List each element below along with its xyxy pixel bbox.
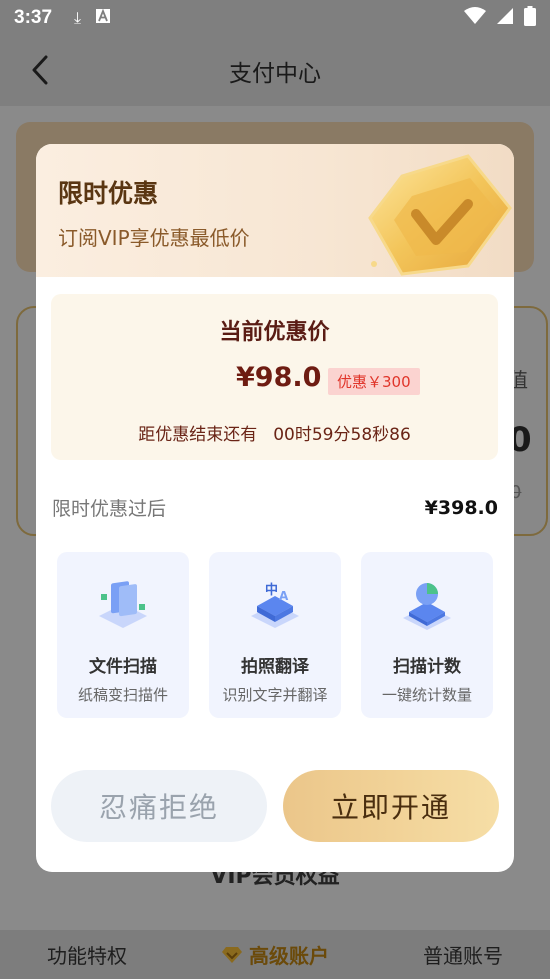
font-icon bbox=[95, 8, 111, 28]
countdown-label: 距优惠结束还有 bbox=[138, 425, 258, 445]
nav-bar: 支付中心 bbox=[0, 36, 550, 106]
after-offer-price: ¥398.0 bbox=[424, 496, 498, 519]
dialog-header: 限时优惠 订阅VIP享优惠最低价 bbox=[36, 144, 514, 277]
limited-offer-dialog: 限时优惠 订阅VIP享优惠最低价 当前优惠价 ¥98.0 优惠￥300 距优惠结… bbox=[36, 144, 514, 872]
diamond-icon bbox=[222, 946, 242, 963]
after-offer-row: 限时优惠过后 ¥398.0 bbox=[52, 494, 498, 521]
countdown: 距优惠结束还有 00时59分58秒86 bbox=[51, 420, 498, 445]
feature-name: 拍照翻译 bbox=[241, 657, 309, 677]
feature-desc: 识别文字并翻译 bbox=[222, 686, 328, 704]
file-scan-icon bbox=[99, 581, 147, 628]
photo-translate-icon: 中 A bbox=[251, 582, 299, 628]
dialog-subtitle: 订阅VIP享优惠最低价 bbox=[58, 226, 250, 250]
feature-desc: 纸稿变扫描件 bbox=[77, 686, 168, 704]
price-box: 当前优惠价 ¥98.0 优惠￥300 距优惠结束还有 00时59分58秒86 bbox=[51, 294, 498, 460]
svg-text:中: 中 bbox=[265, 582, 278, 598]
feature-name: 文件扫描 bbox=[89, 657, 157, 677]
feature-list: 文件扫描 纸稿变扫描件 中 A 拍照翻译 识别文字并翻译 扫描计数 一键统计数量 bbox=[57, 552, 493, 718]
wifi-icon bbox=[464, 7, 486, 29]
feature-photo-translate: 中 A 拍照翻译 识别文字并翻译 bbox=[209, 552, 341, 718]
scan-count-icon bbox=[403, 583, 451, 630]
reject-button[interactable]: 忍痛拒绝 bbox=[51, 770, 267, 842]
dialog-title: 限时优惠 bbox=[58, 179, 159, 208]
feature-name: 扫描计数 bbox=[393, 657, 461, 677]
current-price: ¥98.0 bbox=[236, 362, 322, 393]
discount-badge: 优惠￥300 bbox=[328, 368, 420, 395]
signal-icon bbox=[496, 7, 514, 29]
subscribe-button[interactable]: 立即开通 bbox=[283, 770, 499, 842]
vip-badge-icon bbox=[368, 154, 512, 276]
feature-file-scan: 文件扫描 纸稿变扫描件 bbox=[57, 552, 189, 718]
status-time: 3:37 bbox=[14, 7, 53, 28]
download-icon: ⤓ bbox=[74, 8, 82, 27]
svg-text:A: A bbox=[279, 589, 289, 603]
feature-desc: 一键统计数量 bbox=[381, 686, 472, 704]
tab-premium[interactable]: 高级账户 bbox=[221, 940, 329, 969]
current-price-label: 当前优惠价 bbox=[219, 320, 330, 345]
tab-features[interactable]: 功能特权 bbox=[47, 940, 127, 969]
after-offer-label: 限时优惠过后 bbox=[52, 498, 167, 520]
tab-premium-label: 高级账户 bbox=[249, 944, 329, 968]
chevron-left-icon bbox=[32, 55, 48, 85]
feature-scan-count: 扫描计数 一键统计数量 bbox=[361, 552, 493, 718]
tab-basic[interactable]: 普通账号 bbox=[423, 940, 503, 969]
countdown-value: 00时59分58秒86 bbox=[273, 425, 411, 445]
bottom-tabs: 功能特权 高级账户 普通账号 bbox=[0, 930, 550, 979]
status-bar: 3:37 ⤓ bbox=[0, 0, 550, 36]
battery-icon bbox=[524, 6, 536, 30]
back-button[interactable] bbox=[22, 52, 58, 88]
page-title: 支付中心 bbox=[229, 61, 321, 87]
